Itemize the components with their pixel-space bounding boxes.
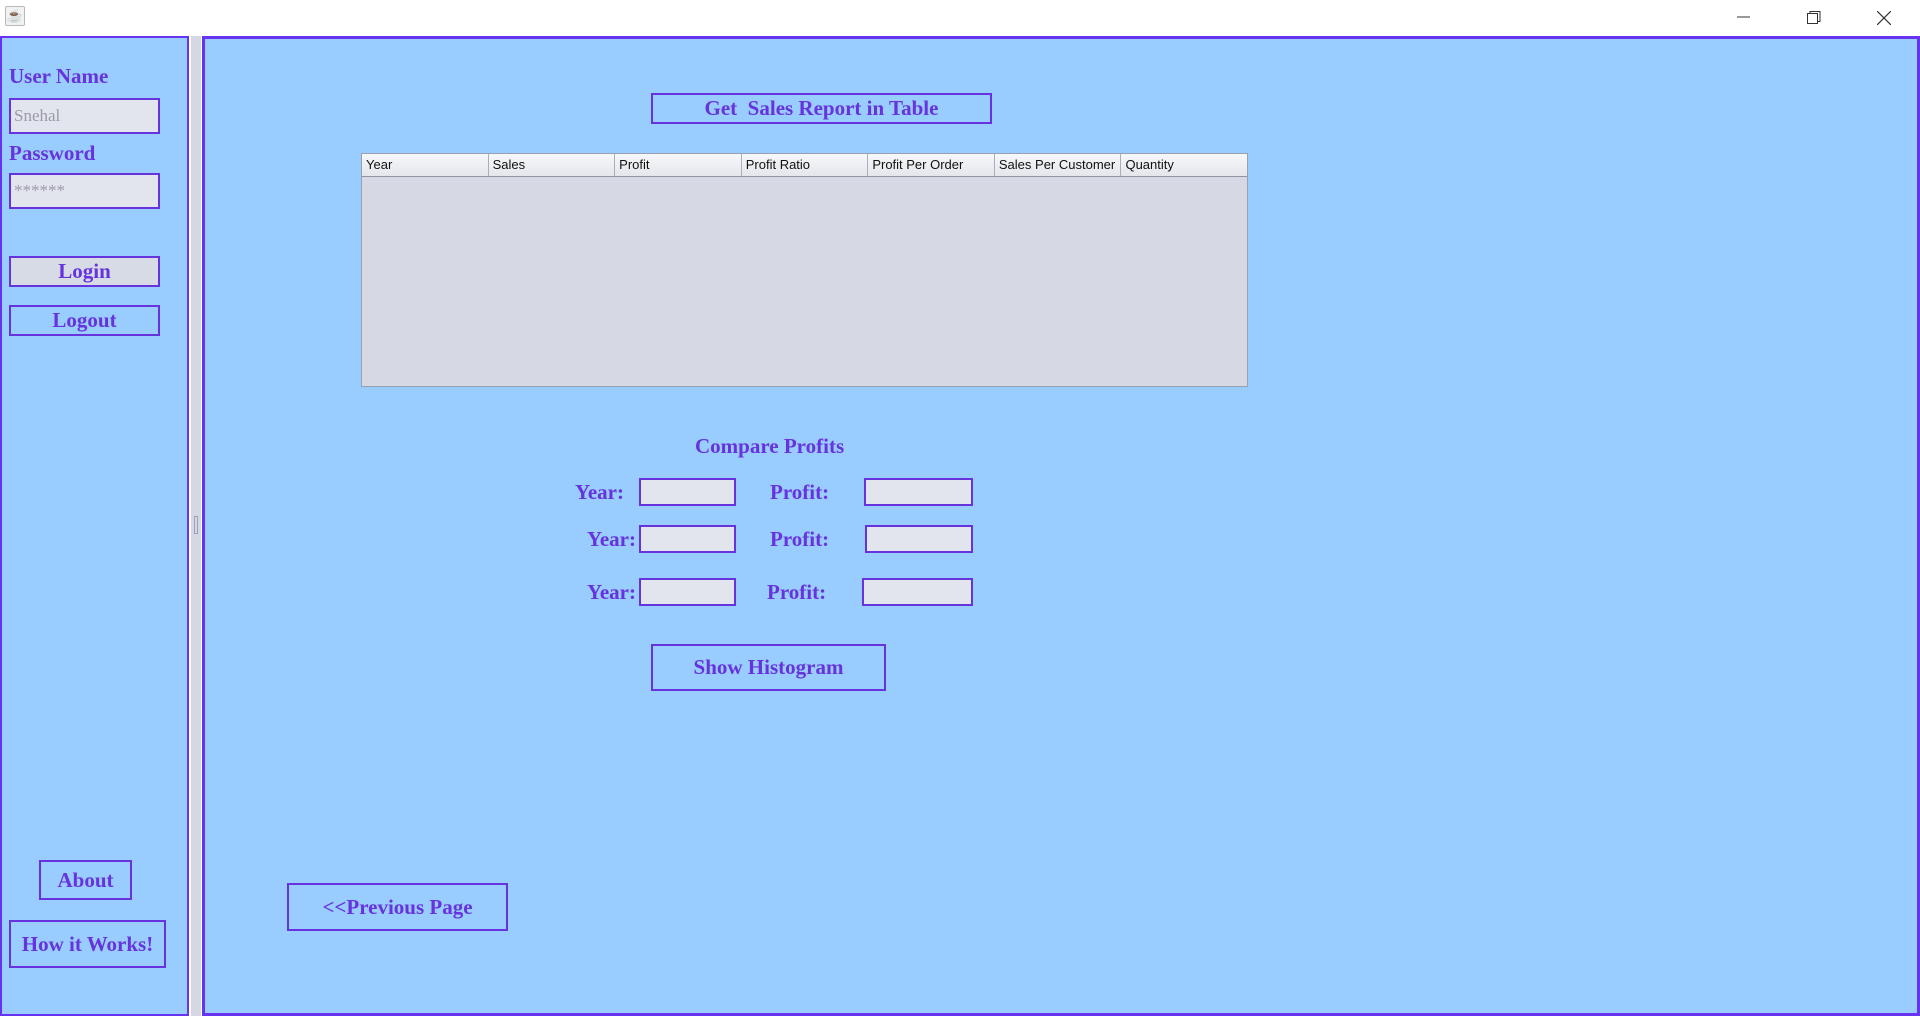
year-label-1: Year:: [575, 480, 624, 504]
restore-icon: [1807, 11, 1821, 24]
password-label: Password: [9, 141, 96, 165]
profit-input-1[interactable]: [864, 478, 973, 506]
column-header-sales[interactable]: Sales: [489, 154, 616, 176]
close-button[interactable]: [1860, 0, 1906, 34]
year-input-1[interactable]: [639, 478, 736, 506]
compare-profits-title: Compare Profits: [695, 434, 845, 458]
about-button[interactable]: About: [39, 860, 132, 900]
year-label-2: Year:: [587, 527, 636, 551]
how-it-works-button-label: How it Works!: [21, 931, 154, 956]
column-header-profit-ratio[interactable]: Profit Ratio: [742, 154, 869, 176]
divider-grip-icon[interactable]: [194, 516, 198, 534]
year-label-3: Year:: [587, 580, 636, 604]
username-field[interactable]: Snehal: [9, 98, 160, 134]
column-header-profit-per-order[interactable]: Profit Per Order: [868, 154, 995, 176]
logout-button-label: Logout: [52, 308, 117, 332]
column-header-year[interactable]: Year: [362, 154, 489, 176]
previous-page-button[interactable]: <<Previous Page: [287, 883, 508, 931]
profit-input-3[interactable]: [862, 578, 973, 606]
profit-label-2: Profit:: [770, 527, 830, 551]
about-button-label: About: [57, 867, 114, 892]
how-it-works-button[interactable]: How it Works!: [9, 920, 166, 968]
show-histogram-label: Show Histogram: [693, 655, 844, 679]
login-button[interactable]: Login: [9, 256, 160, 287]
login-button-label: Login: [58, 259, 111, 283]
close-icon: [1877, 11, 1891, 25]
sales-report-table[interactable]: Year Sales Profit Profit Ratio Profit Pe…: [361, 153, 1248, 387]
table-header: Year Sales Profit Profit Ratio Profit Pe…: [362, 154, 1247, 177]
minimize-button[interactable]: [1720, 0, 1766, 34]
window-title-bar: ☕: [0, 0, 1920, 34]
minimize-icon: [1737, 16, 1750, 18]
column-header-sales-per-customer[interactable]: Sales Per Customer: [995, 154, 1122, 176]
restore-button[interactable]: [1790, 0, 1836, 34]
year-input-2[interactable]: [639, 525, 736, 553]
java-cup-icon: ☕: [5, 6, 25, 26]
username-label: User Name: [9, 64, 109, 88]
profit-input-2[interactable]: [865, 525, 973, 553]
column-header-profit[interactable]: Profit: [615, 154, 742, 176]
previous-page-label: <<Previous Page: [322, 894, 473, 919]
profit-label-1: Profit:: [770, 480, 830, 504]
show-histogram-button[interactable]: Show Histogram: [651, 644, 886, 691]
logout-button[interactable]: Logout: [9, 305, 160, 336]
column-header-quantity[interactable]: Quantity: [1121, 154, 1247, 176]
profit-label-3: Profit:: [767, 580, 827, 604]
get-sales-report-button[interactable]: Get Sales Report in Table: [651, 93, 992, 124]
year-input-3[interactable]: [639, 578, 736, 606]
password-field[interactable]: ******: [9, 173, 160, 209]
get-sales-report-label: Get Sales Report in Table: [704, 96, 939, 120]
